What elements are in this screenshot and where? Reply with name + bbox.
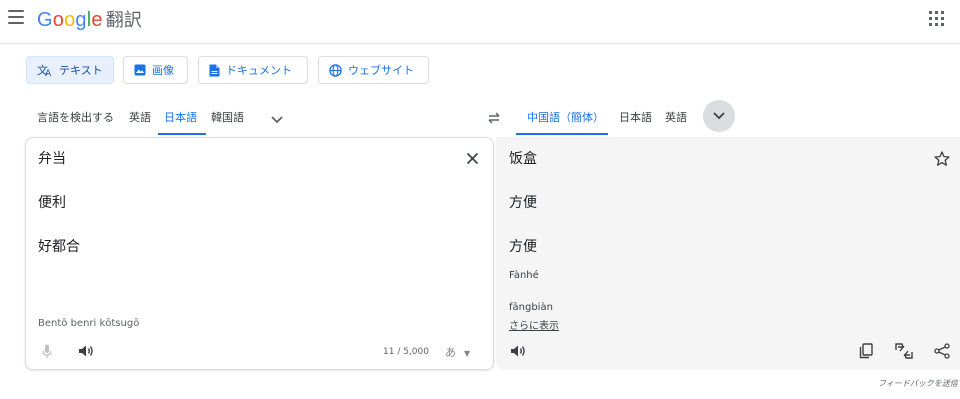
share-translation-icon[interactable]	[933, 342, 951, 360]
mode-website-label: ウェブサイト	[348, 64, 414, 77]
target-active-indicator	[516, 133, 608, 135]
source-lang-dropdown-icon[interactable]	[270, 110, 284, 129]
google-translate-logo[interactable]: Google 翻訳	[37, 6, 142, 32]
show-more-link[interactable]: さらに表示	[509, 317, 559, 332]
mode-document-button[interactable]: ドキュメント	[198, 56, 308, 84]
target-lang-chinese-simplified[interactable]: 中国語（簡体）	[527, 109, 604, 125]
source-listen-icon[interactable]	[77, 343, 95, 359]
source-text-panel[interactable]	[25, 137, 494, 370]
mode-document-label: ドキュメント	[226, 64, 292, 77]
source-line-3[interactable]: 好都合	[38, 236, 80, 256]
source-lang-korean[interactable]: 韓国語	[211, 109, 244, 125]
translate-icon: 文A	[37, 63, 53, 77]
svg-text:A: A	[45, 69, 52, 77]
target-lang-dropdown-button[interactable]	[703, 100, 735, 132]
translation-panel	[496, 137, 960, 370]
microphone-icon[interactable]	[40, 342, 54, 360]
copy-translation-icon[interactable]	[857, 342, 875, 360]
translation-line-1: 饭盒	[509, 151, 537, 167]
caret-down-icon: ▼	[464, 349, 471, 358]
translation-listen-icon[interactable]	[509, 343, 527, 359]
mode-text-label: テキスト	[59, 64, 103, 77]
apps-grid-icon[interactable]	[929, 11, 944, 26]
mode-image-button[interactable]: 画像	[123, 56, 188, 84]
input-tools-label: あ	[445, 346, 456, 359]
translation-line-2: 方便	[509, 195, 537, 211]
target-lang-japanese[interactable]: 日本語	[619, 109, 652, 125]
document-icon	[209, 64, 220, 77]
source-lang-japanese[interactable]: 日本語	[164, 109, 197, 125]
clear-text-icon[interactable]	[464, 150, 480, 166]
input-tools-button[interactable]: あ ▼	[445, 344, 470, 360]
mode-image-label: 画像	[152, 64, 174, 77]
source-line-2[interactable]: 便利	[38, 192, 66, 212]
chevron-down-icon	[712, 111, 726, 121]
mode-website-button[interactable]: ウェブサイト	[318, 56, 429, 84]
swap-languages-icon[interactable]	[486, 110, 502, 129]
target-lang-english[interactable]: 英語	[665, 109, 687, 125]
image-icon	[134, 64, 146, 76]
google-wordmark: Google	[37, 9, 103, 31]
globe-icon	[329, 63, 342, 77]
mode-text-button[interactable]: 文A テキスト	[26, 56, 114, 84]
pinyin-line-2: fāngbiàn	[509, 302, 553, 313]
source-active-indicator	[158, 133, 206, 135]
main-menu-icon[interactable]	[8, 10, 24, 24]
pinyin-line-1: Fànhé	[509, 270, 539, 281]
save-translation-star-icon[interactable]	[933, 150, 951, 167]
source-transliteration: Bentō benri kōtsugō	[38, 318, 140, 329]
source-lang-detect[interactable]: 言語を検出する	[37, 109, 114, 125]
character-count: 11 / 5,000	[383, 347, 429, 357]
source-line-1[interactable]: 弁当	[38, 148, 66, 168]
source-lang-english[interactable]: 英語	[129, 109, 151, 125]
product-name: 翻訳	[105, 10, 143, 30]
translation-line-3: 方便	[509, 239, 537, 255]
app-header: Google 翻訳	[0, 0, 960, 44]
send-feedback-link[interactable]: フィードバックを送信	[878, 378, 958, 389]
rate-translation-icon[interactable]	[893, 341, 915, 361]
